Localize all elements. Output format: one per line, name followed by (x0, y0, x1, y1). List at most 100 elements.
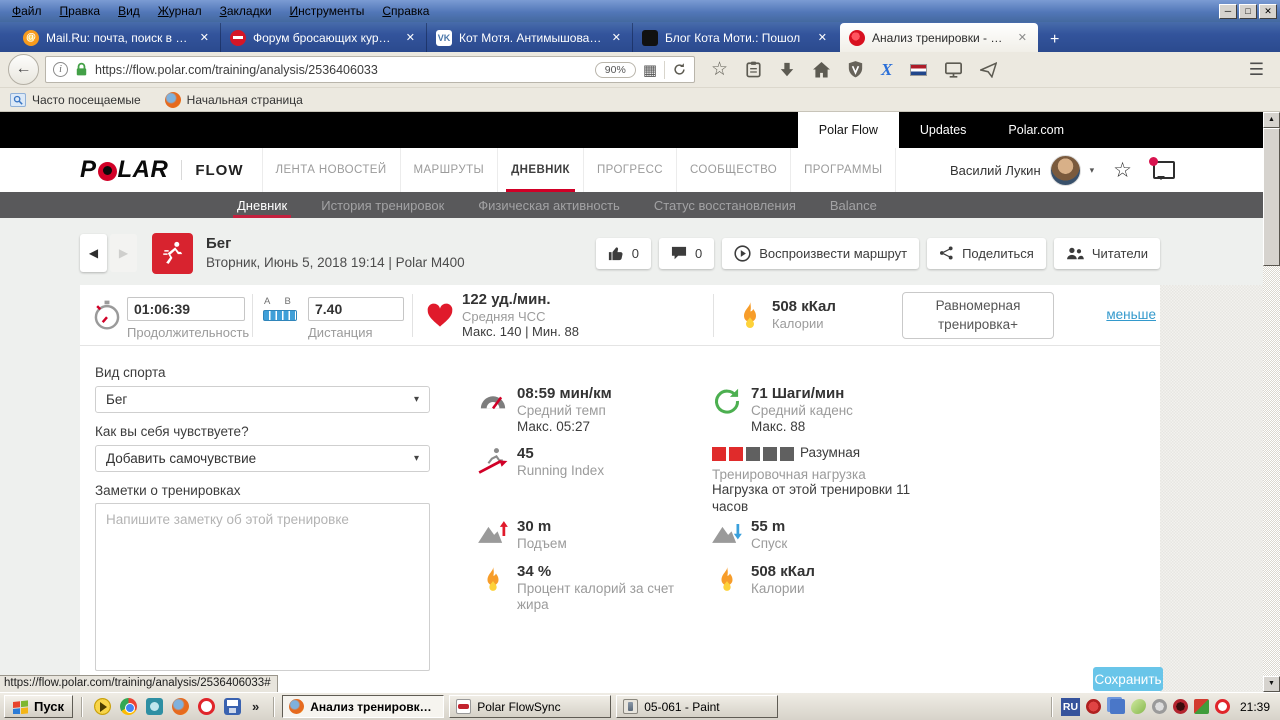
menu-file[interactable]: Файл (3, 1, 51, 21)
quicklaunch-app-icon[interactable] (146, 698, 163, 715)
user-name[interactable]: Василий Лукин (950, 163, 1041, 178)
home-icon[interactable] (813, 61, 831, 78)
topbar-updates[interactable]: Updates (899, 112, 988, 148)
restore-button[interactable]: □ (1239, 3, 1257, 19)
quicklaunch-save-icon[interactable] (224, 698, 241, 715)
download-icon[interactable] (779, 62, 795, 78)
load-square (763, 447, 777, 461)
scrollbar-thumb[interactable] (1263, 128, 1280, 266)
tab-close-icon[interactable]: ✕ (198, 31, 211, 44)
tab-close-icon[interactable]: ✕ (404, 31, 417, 44)
netherlands-flag-icon[interactable] (910, 63, 928, 76)
tray-icon-7[interactable] (1214, 699, 1230, 714)
avatar[interactable] (1049, 154, 1081, 186)
subnav-diary[interactable]: Дневник (232, 192, 292, 218)
url-bar[interactable]: i https://flow.polar.com/training/analys… (45, 56, 695, 83)
nav-progress[interactable]: ПРОГРЕСС (582, 148, 676, 192)
menu-history[interactable]: Журнал (149, 1, 211, 21)
send-tab-icon[interactable] (980, 61, 998, 78)
notifications-chat-icon[interactable] (1149, 157, 1175, 180)
nav-community[interactable]: СООБЩЕСТВО (675, 148, 790, 192)
minimize-button[interactable]: ─ (1219, 3, 1237, 19)
tray-icon-3[interactable] (1130, 699, 1146, 714)
subnav-history[interactable]: История тренировок (321, 192, 444, 218)
notes-textarea[interactable] (95, 503, 430, 671)
feeling-select[interactable]: Добавить самочувствие ▾ (95, 445, 430, 472)
tab-polar-active[interactable]: Анализ тренировки - Polar F… ✕ (840, 23, 1038, 52)
chevron-down-icon[interactable]: ▾ (1090, 165, 1095, 176)
subnav-recovery[interactable]: Статус восстановления (654, 192, 796, 218)
tab-close-icon[interactable]: ✕ (816, 31, 829, 44)
tab-forum[interactable]: Форум бросающих курить ✕ (220, 23, 426, 52)
training-benefit-box[interactable]: Равномерная тренировка+ (902, 292, 1054, 339)
taskbar-window-firefox[interactable]: Анализ тренировки - ... (282, 695, 445, 718)
bookmark-home-page[interactable]: Начальная страница (164, 91, 303, 108)
new-tab-button[interactable]: + (1038, 31, 1071, 52)
screenshot-monitor-icon[interactable] (945, 61, 963, 78)
site-info-icon[interactable]: i (53, 62, 68, 77)
tray-icon-2[interactable] (1109, 699, 1125, 714)
menu-tools[interactable]: Инструменты (281, 1, 374, 21)
menu-hamburger-icon[interactable]: ☰ (1249, 60, 1264, 80)
like-button[interactable]: 0 (595, 237, 652, 269)
calories-value: 508 кКал (772, 298, 836, 315)
tab-blog[interactable]: Блог Кота Моти.: Пошол ✕ (632, 23, 838, 52)
quicklaunch-opera-icon[interactable] (198, 698, 215, 715)
distance-input[interactable] (308, 297, 404, 321)
tab-vk[interactable]: VK Кот Мотя. Антимышовая ко… ✕ (426, 23, 632, 52)
x-extension-icon[interactable]: X (881, 60, 892, 80)
page-tiles-icon[interactable]: ▦ (643, 61, 657, 79)
scroll-down-arrow[interactable]: ▼ (1263, 676, 1280, 692)
quicklaunch-player-icon[interactable] (94, 698, 111, 715)
quicklaunch-chrome-icon[interactable] (120, 698, 137, 715)
reload-icon[interactable] (672, 62, 687, 77)
taskbar-window-flowsync[interactable]: Polar FlowSync (449, 695, 612, 718)
tab-mailru[interactable]: @ Mail.Ru: почта, поиск в инт… ✕ (14, 23, 220, 52)
polar-logo[interactable]: P LAR (80, 156, 168, 184)
quicklaunch-overflow-chevron[interactable]: » (250, 699, 261, 714)
replay-route-button[interactable]: Воспроизвести маршрут (722, 237, 920, 269)
topbar-polar-com[interactable]: Polar.com (987, 112, 1085, 148)
clipboard-icon[interactable] (746, 61, 761, 78)
bookmark-frequent[interactable]: Часто посещаемые (10, 92, 141, 107)
tray-icon-1[interactable] (1085, 699, 1101, 714)
close-button[interactable]: ✕ (1259, 3, 1277, 19)
duration-input[interactable] (127, 297, 245, 321)
subnav-activity[interactable]: Физическая активность (478, 192, 620, 218)
share-button[interactable]: Поделиться (927, 237, 1046, 269)
back-button[interactable]: ← (8, 54, 39, 85)
menu-edit[interactable]: Правка (51, 1, 110, 21)
tab-close-icon[interactable]: ✕ (610, 31, 623, 44)
address-url[interactable]: https://flow.polar.com/training/analysis… (95, 63, 588, 77)
comment-button[interactable]: 0 (659, 237, 715, 269)
topbar-polar-flow[interactable]: Polar Flow (797, 112, 899, 148)
menu-help[interactable]: Справка (373, 1, 438, 21)
favorites-star-icon[interactable]: ☆ (1113, 158, 1132, 183)
nav-programs[interactable]: ПРОГРАММЫ (790, 148, 897, 192)
shield-icon[interactable] (848, 61, 863, 78)
taskbar-window-paint[interactable]: 05-061 - Paint (616, 695, 779, 718)
sport-type-select[interactable]: Бег ▾ (95, 386, 430, 413)
bookmark-star-icon[interactable]: ☆ (711, 58, 728, 81)
show-less-link[interactable]: меньше (1106, 307, 1156, 322)
tray-icon-6[interactable] (1193, 699, 1209, 714)
tray-icon-5[interactable] (1172, 699, 1188, 714)
tab-close-icon[interactable]: ✕ (1016, 31, 1029, 44)
start-button[interactable]: Пуск (4, 695, 73, 718)
followers-button[interactable]: Читатели (1053, 237, 1160, 269)
vertical-scrollbar[interactable]: ▲ ▼ (1263, 112, 1280, 692)
avg-hr-value: 122 уд./мин. (462, 291, 551, 308)
save-button[interactable]: Сохранить (1093, 667, 1163, 691)
nav-feed[interactable]: ЛЕНТА НОВОСТЕЙ (261, 148, 400, 192)
nav-routes[interactable]: МАРШРУТЫ (399, 148, 498, 192)
zoom-level-badge[interactable]: 90% (594, 61, 636, 78)
tray-icon-4[interactable] (1151, 699, 1167, 714)
nav-diary[interactable]: ДНЕВНИК (497, 148, 583, 192)
subnav-balance[interactable]: Balance (830, 192, 877, 218)
language-indicator[interactable]: RU (1060, 697, 1080, 716)
scroll-up-arrow[interactable]: ▲ (1263, 112, 1280, 128)
quicklaunch-firefox-icon[interactable] (172, 698, 189, 715)
menu-view[interactable]: Вид (109, 1, 149, 21)
menu-bookmarks[interactable]: Закладки (211, 1, 281, 21)
previous-session-button[interactable]: ◀ (80, 234, 107, 272)
